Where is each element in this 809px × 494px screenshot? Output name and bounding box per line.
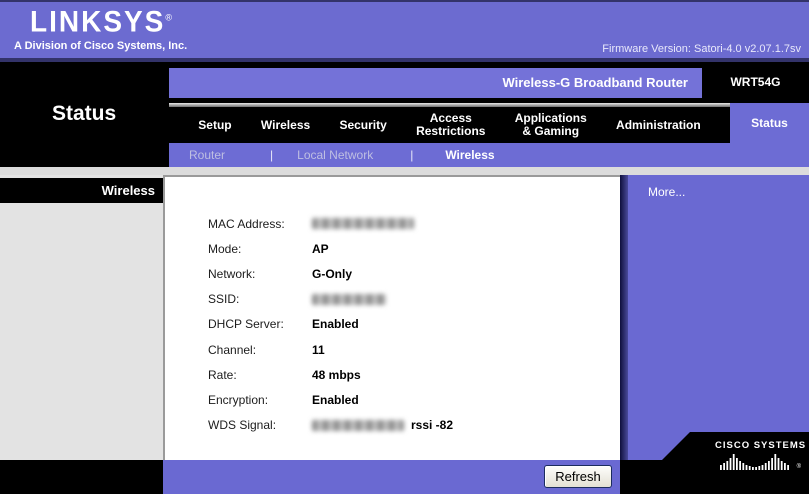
tab-applications-gaming[interactable]: Applications & Gaming [515,112,587,138]
model-badge: WRT54G [702,62,809,103]
sidebar-footer [0,460,163,494]
field-value: Enabled [312,392,359,407]
redacted-wds-address [312,419,404,431]
tab-setup[interactable]: Setup [198,118,231,132]
field-label: Network: [208,266,256,281]
status-row: DHCP Server: Enabled [165,312,620,337]
field-value: 48 mbps [312,367,361,382]
registered-mark-icon: ® [796,464,801,470]
status-row: MAC Address: [165,211,620,236]
cisco-systems-logo: Cisco Systems ® [715,440,807,470]
cisco-brand-text: Cisco Systems [715,440,807,451]
field-label: Mode: [208,241,242,256]
product-name: Wireless-G Broadband Router [105,68,702,98]
field-label: Rate: [208,367,237,382]
subnav-local-network[interactable]: Local Network [297,148,373,162]
sub-nav: Router | Local Network | Wireless [169,143,809,167]
action-bar: Refresh [163,460,620,494]
subnav-wireless-active[interactable]: Wireless [445,148,494,162]
field-label: MAC Address: [208,216,285,231]
field-value: AP [312,241,329,256]
cisco-division-tagline: A Division of Cisco Systems, Inc. [14,40,188,52]
linksys-wordmark: LINKSYS [30,5,166,38]
field-value: G-Only [312,266,353,281]
linksys-logo: LINKSYS® [30,5,172,39]
status-row: WDS Signal: rssi -82 [165,413,620,438]
tab-wireless[interactable]: Wireless [261,118,310,132]
field-value: 11 [312,342,325,357]
tab-access-restrictions[interactable]: Access Restrictions [416,112,485,138]
status-row: Network: G-Only [165,261,620,286]
cisco-bridge-icon [720,454,789,470]
more-link[interactable]: More... [648,185,685,199]
status-panel: MAC Address: Mode: AP Network: G-Only SSID… [163,175,620,460]
field-label: Encryption: [208,392,269,407]
status-row: SSID: [165,287,620,312]
section-label-wireless: Wireless [0,178,163,203]
content-help-divider [620,175,628,460]
status-row: Rate: 48 mbps [165,362,620,387]
top-border-line [0,0,809,2]
tab-security[interactable]: Security [339,118,386,132]
content-top-strip [0,167,809,175]
page-title: Status [52,102,117,125]
status-row: Channel: 11 [165,337,620,362]
field-label: WDS Signal: [208,418,277,433]
main-nav: Setup Wireless Security Access Restricti… [169,107,730,143]
field-value: rssi -82 [411,418,454,433]
sidebar-header: Status [0,62,169,167]
field-label: Channel: [208,342,257,357]
field-label: DHCP Server: [208,317,284,332]
refresh-button[interactable]: Refresh [544,465,612,488]
tab-administration[interactable]: Administration [616,118,701,132]
sidebar-body [0,175,163,460]
header: LINKSYS® A Division of Cisco Systems, In… [0,0,809,58]
redacted-ssid [312,293,386,305]
tab-status-active[interactable]: Status [730,103,809,143]
redacted-mac-address [312,218,414,230]
status-row: Encryption: Enabled [165,387,620,412]
registered-mark-icon: ® [165,12,172,23]
subnav-separator: | [410,148,414,162]
field-label: SSID: [208,292,240,307]
field-value: Enabled [312,317,359,332]
status-row: Mode: AP [165,236,620,261]
subnav-router[interactable]: Router [189,148,225,162]
router-admin-page: LINKSYS® A Division of Cisco Systems, In… [0,0,809,494]
subnav-separator: | [270,148,274,162]
firmware-version: Firmware Version: Satori-4.0 v2.07.1.7sv [602,43,801,55]
